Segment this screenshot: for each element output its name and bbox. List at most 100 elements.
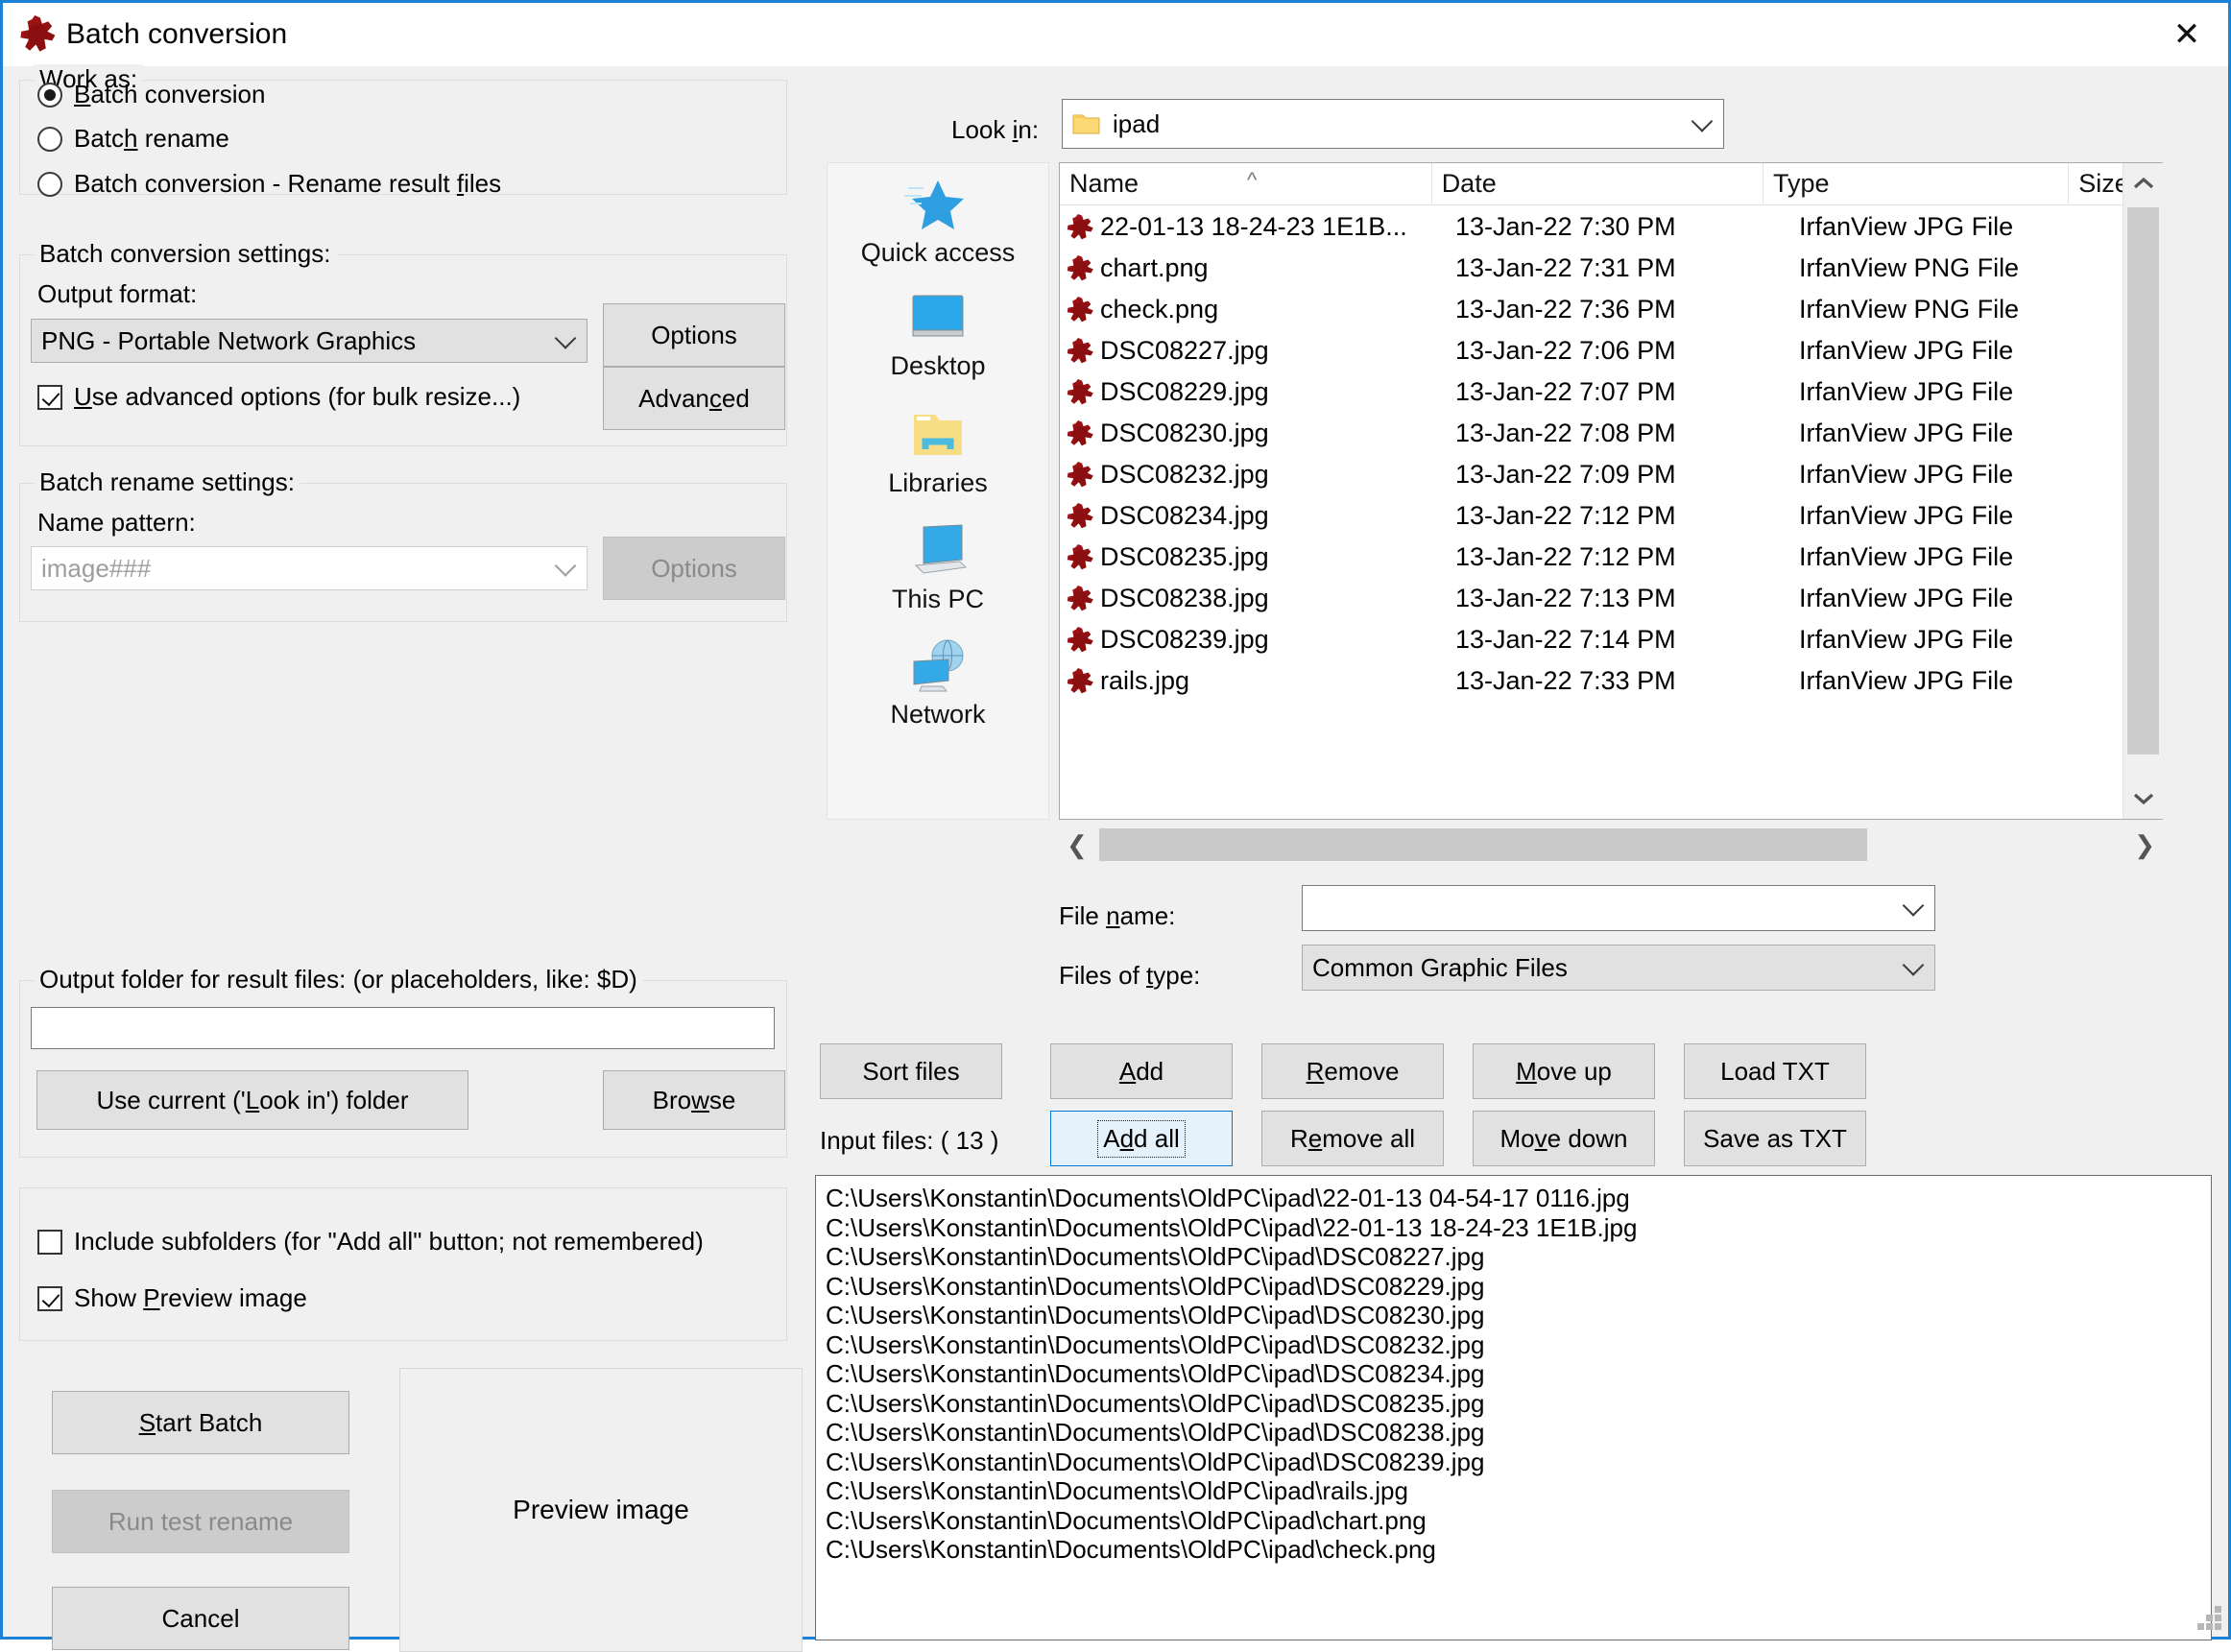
file-name-label: File name:	[1059, 901, 1176, 930]
place-network[interactable]: Network	[828, 636, 1048, 730]
move-up-button[interactable]: Move up	[1473, 1043, 1655, 1099]
file-list-row[interactable]: DSC08235.jpg 13-Jan-22 7:12 PM IrfanView J…	[1060, 537, 2162, 578]
radio-batch-conversion-rename[interactable]: Batch conversion - Rename result files	[37, 169, 501, 199]
output-folder-input[interactable]	[31, 1007, 775, 1049]
input-files-list[interactable]: C:\Users\Konstantin\Documents\OldPC\ipad…	[815, 1175, 2212, 1640]
add-button[interactable]: Add	[1050, 1043, 1233, 1099]
place-libraries[interactable]: Libraries	[828, 405, 1048, 498]
file-list-row[interactable]: DSC08229.jpg 13-Jan-22 7:07 PM IrfanView J…	[1060, 371, 2162, 413]
desktop-monitor-icon	[902, 288, 973, 347]
input-file-path[interactable]: C:\Users\Konstantin\Documents\OldPC\ipad…	[826, 1448, 2201, 1477]
file-list-row[interactable]: check.png 13-Jan-22 7:36 PM IrfanView PNG …	[1060, 289, 2162, 330]
file-list-row[interactable]: chart.png 13-Jan-22 7:31 PM IrfanView PNG …	[1060, 248, 2162, 289]
scroll-left-icon[interactable]: ❮	[1067, 832, 1088, 857]
output-format-label: Output format:	[37, 279, 198, 308]
resize-grip[interactable]	[2196, 1605, 2221, 1630]
format-options-button[interactable]: Options	[603, 303, 785, 367]
remove-all-button[interactable]: Remove all	[1261, 1111, 1444, 1166]
input-file-path[interactable]: C:\Users\Konstantin\Documents\OldPC\ipad…	[826, 1301, 2201, 1330]
window-title: Batch conversion	[66, 18, 288, 50]
file-type-cell: IrfanView PNG File	[1799, 295, 2020, 323]
load-txt-button[interactable]: Load TXT	[1684, 1043, 1866, 1099]
chevron-down-icon	[1902, 890, 1925, 920]
remove-button[interactable]: Remove	[1261, 1043, 1444, 1099]
close-icon[interactable]: ✕	[2146, 3, 2228, 66]
file-list-row[interactable]: DSC08239.jpg 13-Jan-22 7:14 PM IrfanView J…	[1060, 619, 2162, 660]
input-file-path[interactable]: C:\Users\Konstantin\Documents\OldPC\ipad…	[826, 1535, 2201, 1565]
chevron-down-icon	[1902, 949, 1925, 979]
input-file-path[interactable]: C:\Users\Konstantin\Documents\OldPC\ipad…	[826, 1242, 2201, 1272]
place-label: Desktop	[890, 351, 986, 380]
column-header-type[interactable]: Type	[1763, 163, 2070, 205]
input-file-path[interactable]: C:\Users\Konstantin\Documents\OldPC\ipad…	[826, 1359, 2201, 1389]
scroll-up-icon[interactable]	[2123, 163, 2163, 204]
file-name-cell: DSC08229.jpg	[1100, 377, 1269, 406]
add-all-button[interactable]: Add all	[1050, 1111, 1233, 1166]
input-file-path[interactable]: C:\Users\Konstantin\Documents\OldPC\ipad…	[826, 1476, 2201, 1506]
radio-dot	[37, 171, 62, 197]
place-quick-access[interactable]: Quick access	[828, 175, 1048, 268]
cancel-label: Cancel	[161, 1603, 240, 1633]
file-list-row[interactable]: DSC08232.jpg 13-Jan-22 7:09 PM IrfanView J…	[1060, 454, 2162, 495]
input-file-path[interactable]: C:\Users\Konstantin\Documents\OldPC\ipad…	[826, 1272, 2201, 1302]
file-name-cell: DSC08238.jpg	[1100, 584, 1269, 612]
dialog-client-area: Work as: Batch conversion Batch rename B…	[6, 64, 2225, 1652]
cancel-button[interactable]: Cancel	[52, 1587, 349, 1650]
file-list-row[interactable]: 22-01-13 18-24-23 1E1B... 13-Jan-22 7:30 …	[1060, 206, 2162, 248]
place-this-pc[interactable]: This PC	[828, 521, 1048, 614]
output-format-combo[interactable]: PNG - Portable Network Graphics	[31, 319, 588, 363]
horizontal-scroll-thumb[interactable]	[1099, 828, 1867, 861]
network-globe-icon	[902, 636, 973, 696]
save-as-txt-button[interactable]: Save as TXT	[1684, 1111, 1866, 1166]
input-file-path[interactable]: C:\Users\Konstantin\Documents\OldPC\ipad…	[826, 1213, 2201, 1243]
column-header-name[interactable]: Name ^	[1060, 163, 1432, 205]
name-pattern-combo[interactable]: image###	[31, 546, 588, 590]
file-list-row[interactable]: DSC08227.jpg 13-Jan-22 7:06 PM IrfanView J…	[1060, 330, 2162, 371]
radio-batch-conversion[interactable]: Batch conversion	[37, 80, 265, 109]
file-name-cell: check.png	[1100, 295, 1219, 323]
scroll-down-icon[interactable]	[2123, 778, 2163, 819]
input-file-path[interactable]: C:\Users\Konstantin\Documents\OldPC\ipad…	[826, 1506, 2201, 1536]
input-file-path[interactable]: C:\Users\Konstantin\Documents\OldPC\ipad…	[826, 1184, 2201, 1213]
look-in-combo[interactable]: ipad	[1062, 99, 1724, 149]
file-name-cell: 22-01-13 18-24-23 1E1B...	[1100, 212, 1407, 241]
quick-access-star-icon	[902, 175, 973, 234]
checkbox-box	[37, 1229, 62, 1255]
input-file-path[interactable]: C:\Users\Konstantin\Documents\OldPC\ipad…	[826, 1389, 2201, 1419]
show-preview-checkbox[interactable]: Show Preview image	[37, 1283, 307, 1313]
look-in-value: ipad	[1113, 108, 1161, 138]
sort-files-button[interactable]: Sort files	[820, 1043, 1002, 1099]
move-down-button[interactable]: Move down	[1473, 1111, 1655, 1166]
file-list-horizontal-scrollbar[interactable]: ❮ ❯	[1059, 825, 2163, 865]
file-list-row[interactable]: DSC08230.jpg 13-Jan-22 7:08 PM IrfanView J…	[1060, 413, 2162, 454]
places-bar: Quick access Desktop Libraries This PC N…	[827, 162, 1049, 820]
advanced-button[interactable]: Advanced	[603, 367, 785, 430]
use-advanced-options-checkbox[interactable]: Use advanced options (for bulk resize...…	[37, 382, 520, 412]
browse-button[interactable]: Browse	[603, 1070, 785, 1130]
use-current-folder-button[interactable]: Use current ('Look in') folder	[36, 1070, 468, 1130]
radio-batch-rename[interactable]: Batch rename	[37, 124, 229, 154]
input-file-path[interactable]: C:\Users\Konstantin\Documents\OldPC\ipad…	[826, 1330, 2201, 1360]
file-list[interactable]: Name ^ Date Type Size 22-01-13 18-24-23 …	[1059, 162, 2163, 820]
include-subfolders-checkbox[interactable]: Include subfolders (for "Add all" button…	[37, 1227, 704, 1257]
move-up-label: Move up	[1516, 1056, 1612, 1086]
input-file-path[interactable]: C:\Users\Konstantin\Documents\OldPC\ipad…	[826, 1418, 2201, 1448]
file-list-row[interactable]: DSC08234.jpg 13-Jan-22 7:12 PM IrfanView J…	[1060, 495, 2162, 537]
files-of-type-combo[interactable]: Common Graphic Files	[1302, 945, 1935, 991]
place-desktop[interactable]: Desktop	[828, 288, 1048, 381]
file-list-row[interactable]: rails.jpg 13-Jan-22 7:33 PM IrfanView JPG …	[1060, 660, 2162, 702]
save-as-txt-label: Save as TXT	[1703, 1123, 1847, 1153]
file-list-row[interactable]: DSC08238.jpg 13-Jan-22 7:13 PM IrfanView J…	[1060, 578, 2162, 619]
file-name-combo[interactable]	[1302, 885, 1935, 931]
place-label: Quick access	[860, 238, 1016, 267]
scroll-right-icon[interactable]: ❯	[2134, 832, 2155, 857]
column-header-date[interactable]: Date	[1432, 163, 1763, 205]
file-date-cell: 13-Jan-22 7:07 PM	[1455, 377, 1676, 406]
vertical-scroll-thumb[interactable]	[2127, 207, 2159, 754]
format-options-label: Options	[651, 320, 737, 349]
irfanview-file-icon	[1066, 544, 1094, 571]
file-name-cell: DSC08235.jpg	[1100, 542, 1269, 571]
file-list-vertical-scrollbar[interactable]	[2123, 163, 2163, 819]
chevron-down-icon	[1691, 106, 1714, 135]
start-batch-button[interactable]: Start Batch	[52, 1391, 349, 1454]
